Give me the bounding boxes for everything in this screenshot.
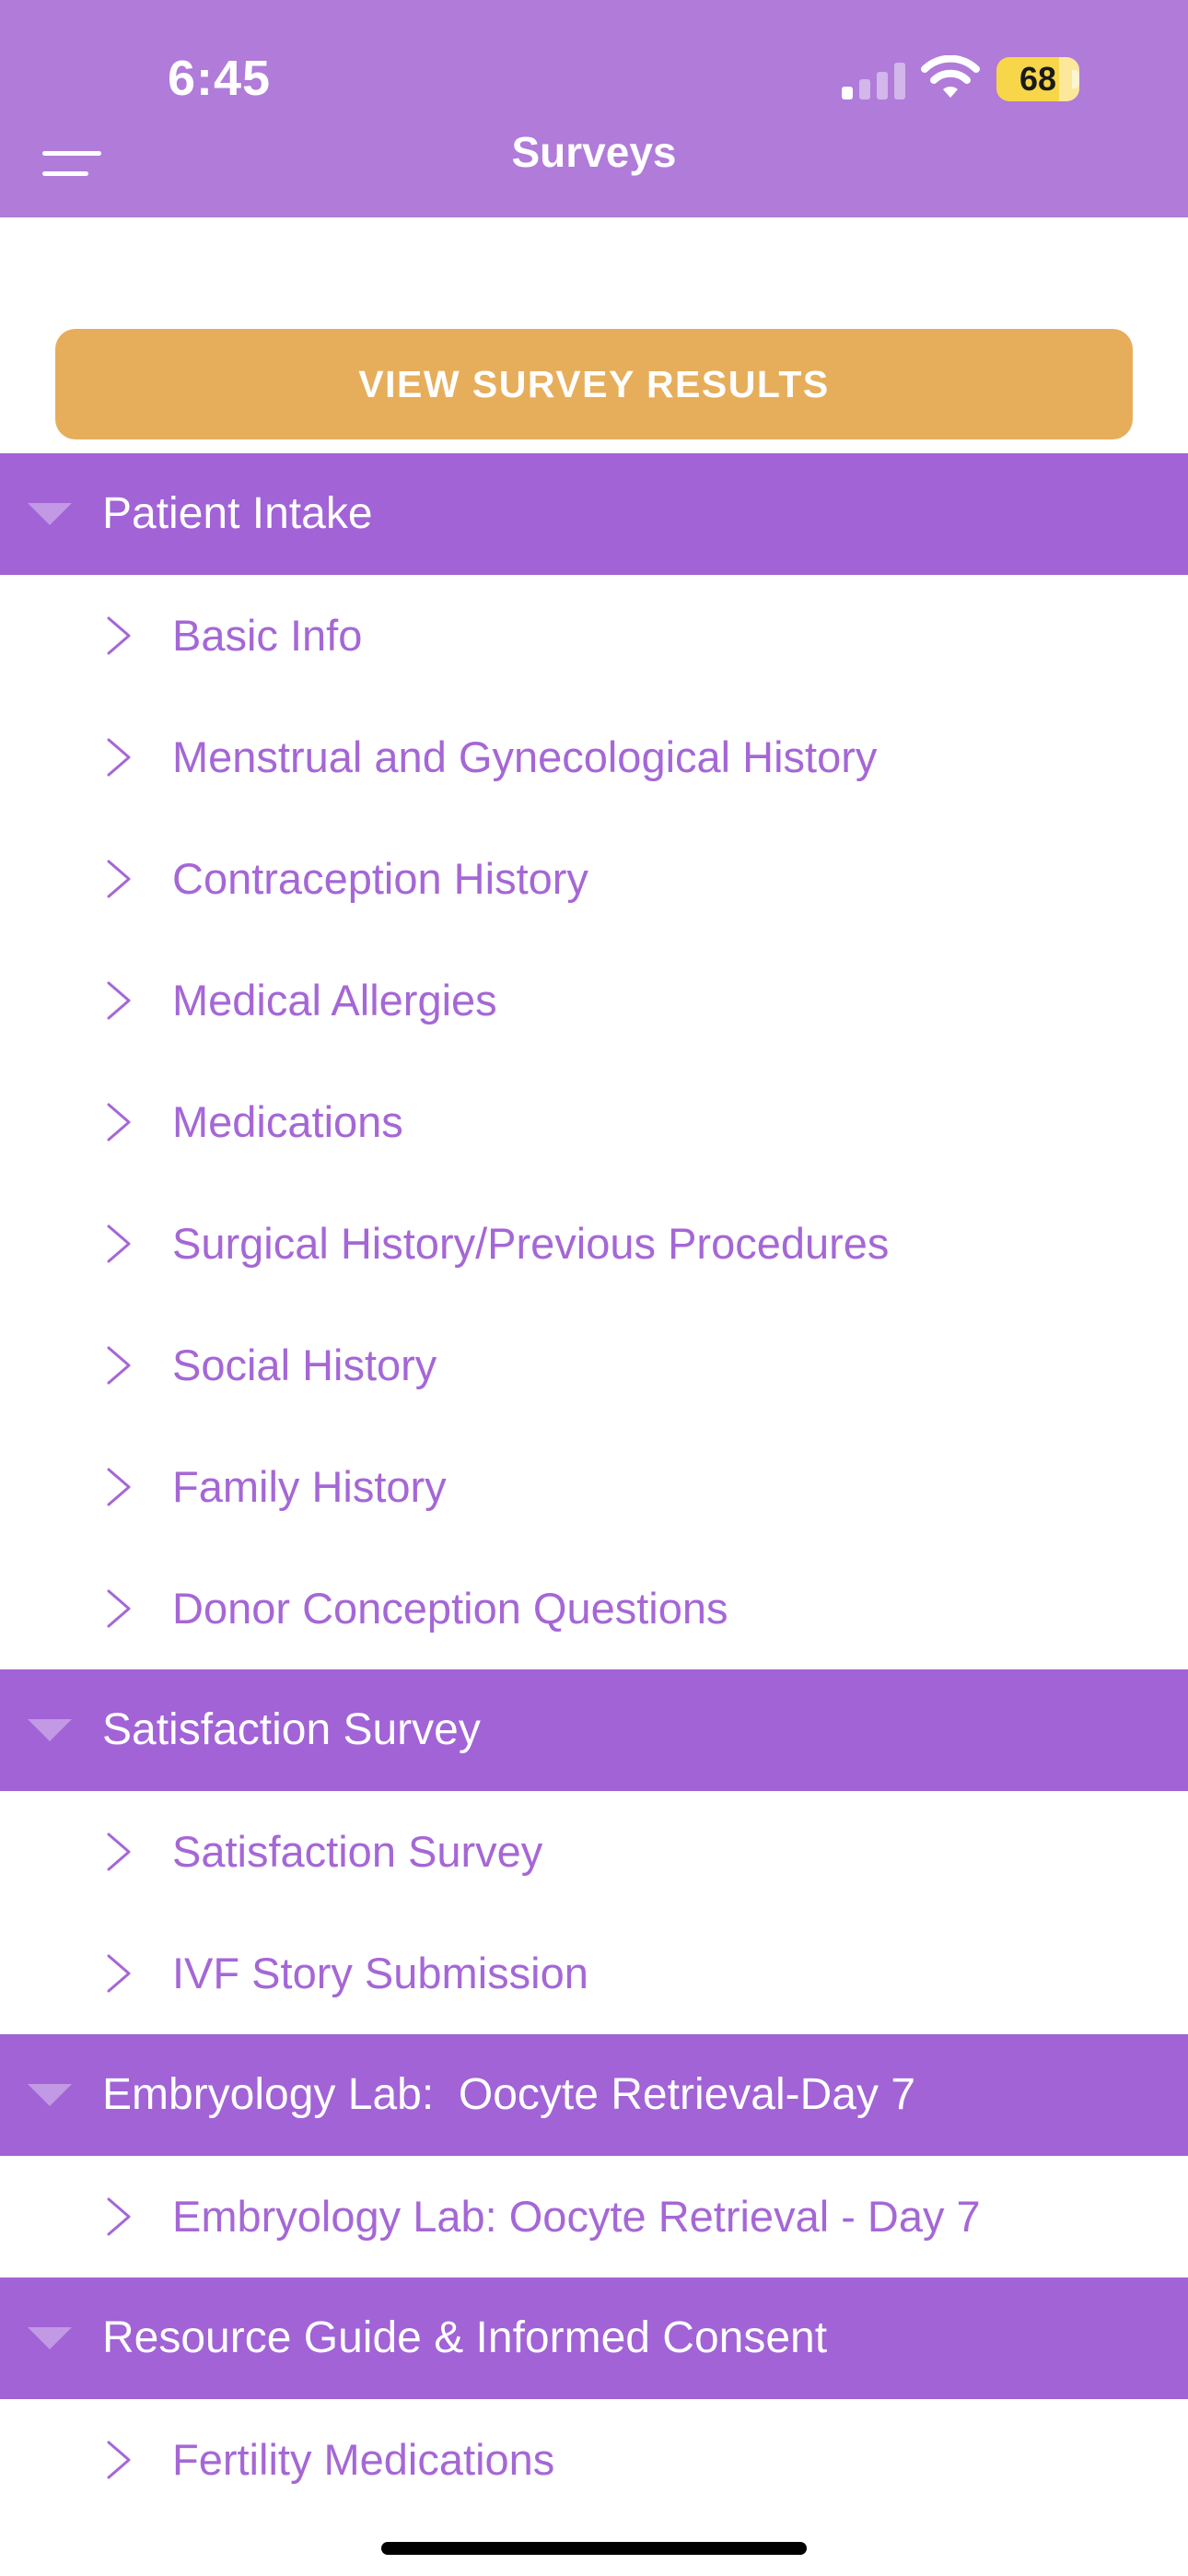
survey-item-label: Medications — [172, 1097, 403, 1146]
chevron-right-icon — [105, 1953, 133, 1994]
collapse-triangle-icon — [28, 2327, 72, 2349]
page-title: Surveys — [511, 128, 677, 176]
survey-item-label: Contraception History — [172, 854, 588, 903]
battery-icon: 68 — [996, 57, 1079, 101]
collapse-triangle-icon — [28, 2084, 72, 2106]
chevron-right-icon — [105, 615, 133, 656]
survey-list-item[interactable]: Contraception History — [0, 818, 1188, 940]
section-header[interactable]: Resource Guide & Informed Consent — [0, 2277, 1188, 2399]
section-header[interactable]: Embryology Lab: Oocyte Retrieval-Day 7 — [0, 2034, 1188, 2156]
survey-item-label: Menstrual and Gynecological History — [172, 732, 878, 781]
survey-list-item[interactable]: Social History — [0, 1305, 1188, 1426]
section-header[interactable]: Patient Intake — [0, 453, 1188, 575]
survey-list: Patient Intake Basic Info Menstrual and Gy… — [0, 453, 1188, 2521]
battery-cap — [1072, 70, 1079, 88]
section-title: Resource Guide & Informed Consent — [102, 2313, 828, 2362]
survey-list-item[interactable]: Fertility Medications — [0, 2399, 1188, 2521]
survey-item-label: Surgical History/Previous Procedures — [172, 1219, 890, 1268]
section-title: Embryology Lab: Oocyte Retrieval-Day 7 — [102, 2070, 916, 2119]
cellular-signal-icon — [842, 61, 906, 100]
survey-item-label: Satisfaction Survey — [172, 1827, 543, 1876]
survey-item-label: Medical Allergies — [172, 976, 497, 1025]
chevron-right-icon — [105, 859, 133, 899]
survey-list-item[interactable]: IVF Story Submission — [0, 1913, 1188, 2034]
chevron-right-icon — [105, 1467, 133, 1507]
view-survey-results-button[interactable]: VIEW SURVEY RESULTS — [55, 329, 1133, 439]
app-header: 6:45 68 Surveys — [0, 0, 1188, 217]
survey-item-label: Family History — [172, 1462, 447, 1511]
survey-item-label: Embryology Lab: Oocyte Retrieval - Day 7 — [172, 2192, 981, 2241]
survey-list-item[interactable]: Medical Allergies — [0, 940, 1188, 1061]
survey-item-label: Basic Info — [172, 611, 363, 660]
survey-list-item[interactable]: Embryology Lab: Oocyte Retrieval - Day 7 — [0, 2156, 1188, 2277]
survey-list-item[interactable]: Surgical History/Previous Procedures — [0, 1183, 1188, 1305]
survey-item-label: Donor Conception Questions — [172, 1584, 728, 1633]
status-time: 6:45 — [168, 51, 272, 106]
section-title: Satisfaction Survey — [102, 1705, 481, 1754]
survey-list-item[interactable]: Menstrual and Gynecological History — [0, 697, 1188, 818]
chevron-right-icon — [105, 1224, 133, 1264]
chevron-right-icon — [105, 2440, 133, 2480]
chevron-right-icon — [105, 1102, 133, 1142]
section-title: Patient Intake — [102, 489, 373, 538]
survey-list-item[interactable]: Satisfaction Survey — [0, 1791, 1188, 1913]
home-indicator — [381, 2542, 807, 2555]
chevron-right-icon — [105, 980, 133, 1021]
survey-item-label: Social History — [172, 1341, 437, 1389]
section-header[interactable]: Satisfaction Survey — [0, 1669, 1188, 1791]
wifi-icon — [921, 55, 980, 98]
survey-list-item[interactable]: Donor Conception Questions — [0, 1548, 1188, 1669]
survey-item-label: IVF Story Submission — [172, 1949, 588, 1997]
chevron-right-icon — [105, 1345, 133, 1386]
collapse-triangle-icon — [28, 503, 72, 525]
chevron-right-icon — [105, 1588, 133, 1629]
survey-list-item[interactable]: Family History — [0, 1426, 1188, 1548]
collapse-triangle-icon — [28, 1719, 72, 1741]
chevron-right-icon — [105, 737, 133, 778]
chevron-right-icon — [105, 1832, 133, 1872]
survey-list-item[interactable]: Basic Info — [0, 575, 1188, 697]
survey-list-item[interactable]: Medications — [0, 1061, 1188, 1183]
survey-item-label: Fertility Medications — [172, 2435, 555, 2484]
chevron-right-icon — [105, 2196, 133, 2237]
